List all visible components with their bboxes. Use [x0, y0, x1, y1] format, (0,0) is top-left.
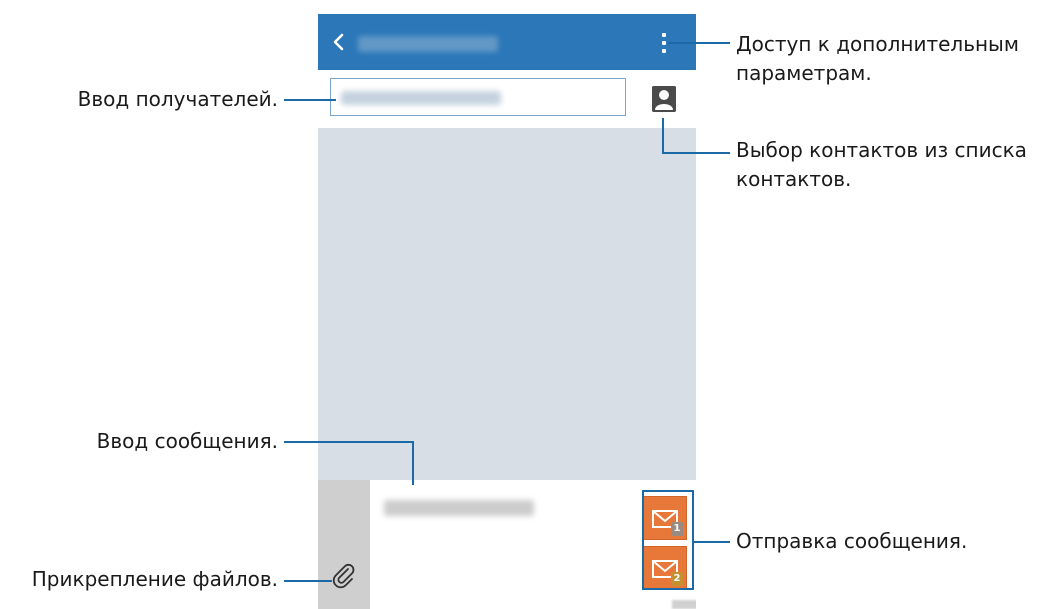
- chevron-left-icon: [333, 33, 344, 51]
- leader-send-bracket-left: [642, 490, 644, 590]
- send-sim2-button[interactable]: 2: [643, 546, 687, 590]
- sim1-badge: 1: [671, 522, 683, 536]
- callout-more-options: Доступ к дополнительным параметрам.: [736, 30, 1019, 88]
- recipient-input[interactable]: [330, 78, 626, 116]
- callout-select-contacts-line2: контактов.: [736, 167, 852, 191]
- callout-attach-files: Прикрепление файлов.: [31, 567, 278, 591]
- leader-send-bracket-bottom: [642, 588, 694, 590]
- leader-send-message: [694, 541, 730, 543]
- attach-button[interactable]: [328, 560, 360, 592]
- callout-select-contacts: Выбор контактов из списка контактов.: [736, 136, 1027, 194]
- leader-enter-message-horizontal: [284, 441, 414, 443]
- phone-screen: 1 2: [318, 14, 696, 609]
- sim2-badge: 2: [671, 572, 683, 586]
- leader-enter-message-vertical: [412, 441, 414, 485]
- leader-send-bracket-right: [692, 490, 694, 590]
- callout-more-options-line2: параметрам.: [736, 61, 872, 85]
- action-bar: [318, 14, 696, 70]
- contacts-button[interactable]: [652, 86, 676, 112]
- callout-enter-message: Ввод сообщения.: [96, 429, 278, 453]
- attach-area: [318, 480, 370, 609]
- send-sim1-button[interactable]: 1: [643, 496, 687, 540]
- leader-contacts-horizontal: [662, 152, 730, 154]
- callout-more-options-line1: Доступ к дополнительным: [736, 32, 1019, 56]
- leader-contacts-vertical: [662, 118, 664, 154]
- more-vertical-icon: [662, 33, 666, 53]
- leader-send-bracket-top: [642, 490, 694, 492]
- leader-attach-files: [284, 580, 332, 582]
- paperclip-icon: [332, 563, 355, 589]
- message-input[interactable]: [370, 480, 632, 609]
- callout-send-message: Отправка сообщения.: [736, 529, 968, 553]
- bottom-edge-blurred: [672, 600, 696, 609]
- recipient-row: [318, 70, 696, 128]
- screen-title-blurred: [358, 36, 498, 52]
- callout-enter-recipients: Ввод получателей.: [77, 87, 278, 111]
- leader-more-options: [668, 42, 730, 44]
- recipient-placeholder-blurred: [341, 91, 501, 105]
- back-button[interactable]: [324, 26, 352, 58]
- compose-bar: 1 2: [318, 480, 696, 609]
- leader-enter-recipients: [284, 99, 336, 101]
- message-placeholder-blurred: [384, 500, 534, 516]
- contact-person-icon: [652, 86, 676, 112]
- callout-select-contacts-line1: Выбор контактов из списка: [736, 138, 1027, 162]
